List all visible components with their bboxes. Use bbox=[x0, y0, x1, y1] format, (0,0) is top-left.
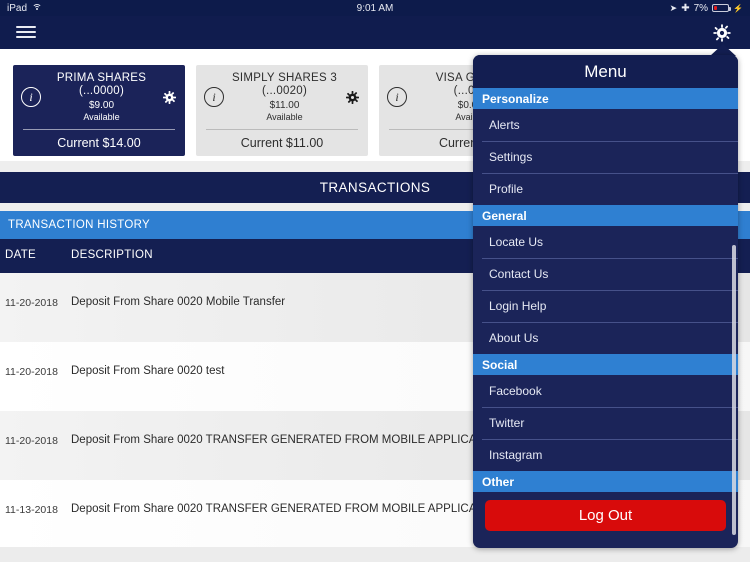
account-card-top: i PRIMA SHARES (...0000) $9.00 Available bbox=[13, 65, 185, 129]
status-bar-right: ➤ ✚ 7% ⚡ bbox=[670, 3, 743, 14]
menu-section-personalize: Personalize bbox=[473, 88, 738, 109]
logout-button[interactable]: Log Out bbox=[485, 500, 726, 531]
charging-plug-icon: ⚡ bbox=[733, 3, 743, 13]
menu-section-general: General bbox=[473, 205, 738, 226]
column-header-date: DATE bbox=[5, 249, 37, 261]
battery-percent-label: 7% bbox=[693, 2, 709, 14]
account-card-top: i SIMPLY SHARES 3 (...0020) $11.00 Avail… bbox=[196, 65, 368, 129]
account-name: SIMPLY SHARES 3 bbox=[232, 71, 337, 84]
menu-item-settings[interactable]: Settings bbox=[473, 141, 738, 173]
transaction-date: 11-20-2018 bbox=[5, 297, 58, 309]
account-available-amount: $9.00 bbox=[88, 99, 115, 111]
account-mask: (...0000) bbox=[78, 85, 125, 98]
location-arrow-icon: ➤ bbox=[669, 2, 678, 13]
account-mask: (...0020) bbox=[261, 85, 308, 98]
transaction-list-footer bbox=[0, 547, 750, 562]
account-current-balance: Current $11.00 bbox=[240, 136, 324, 150]
menu-item-facebook[interactable]: Facebook bbox=[473, 375, 738, 407]
menu-section-social: Social bbox=[473, 354, 738, 375]
settings-menu-popover: Menu Personalize Alerts Settings Profile… bbox=[473, 55, 738, 548]
account-current-balance: Current $14.00 bbox=[57, 136, 141, 150]
menu-item-profile[interactable]: Profile bbox=[473, 173, 738, 205]
transaction-description: Deposit From Share 0020 TRANSFER GENERAT… bbox=[71, 434, 504, 446]
status-bar: iPad 9:01 AM ➤ ✚ 7% ⚡ bbox=[0, 0, 750, 16]
account-available-amount: $11.00 bbox=[269, 99, 300, 111]
account-card-prima-shares[interactable]: i PRIMA SHARES (...0000) $9.00 Available bbox=[13, 65, 185, 156]
account-card-simply-shares-3[interactable]: i SIMPLY SHARES 3 (...0020) $11.00 Avail… bbox=[196, 65, 368, 156]
info-icon[interactable]: i bbox=[204, 87, 224, 107]
transaction-date: 11-13-2018 bbox=[5, 504, 58, 516]
transaction-date: 11-20-2018 bbox=[5, 366, 58, 378]
hamburger-menu-icon[interactable] bbox=[16, 24, 36, 40]
column-header-description: DESCRIPTION bbox=[71, 249, 153, 261]
status-bar-clock: 9:01 AM bbox=[356, 2, 394, 14]
navigation-bar bbox=[0, 16, 750, 49]
menu-item-contact-us[interactable]: Contact Us bbox=[473, 258, 738, 290]
transaction-description: Deposit From Share 0020 Mobile Transfer bbox=[71, 296, 286, 308]
account-card-details: PRIMA SHARES (...0000) $9.00 Available bbox=[41, 72, 162, 123]
menu-item-about-us[interactable]: About Us bbox=[473, 322, 738, 354]
account-available-label: Available bbox=[83, 111, 120, 122]
info-icon[interactable]: i bbox=[387, 87, 407, 107]
menu-title: Menu bbox=[473, 55, 738, 88]
account-card-details: SIMPLY SHARES 3 (...0020) $11.00 Availab… bbox=[224, 72, 345, 123]
bluetooth-icon: ✚ bbox=[681, 2, 690, 14]
transaction-description: Deposit From Share 0020 test bbox=[71, 365, 225, 377]
menu-scrollbar[interactable] bbox=[732, 245, 736, 535]
menu-item-locate-us[interactable]: Locate Us bbox=[473, 226, 738, 258]
battery-icon bbox=[712, 4, 732, 12]
menu-item-login-help[interactable]: Login Help bbox=[473, 290, 738, 322]
logout-container: Log Out bbox=[473, 492, 738, 531]
menu-item-twitter[interactable]: Twitter bbox=[473, 407, 738, 439]
ipad-banking-app: iPad 9:01 AM ➤ ✚ 7% ⚡ i PRIMA SHARES (..… bbox=[0, 0, 750, 562]
menu-section-other: Other bbox=[473, 471, 738, 492]
account-available-label: Available bbox=[266, 111, 303, 122]
account-name: PRIMA SHARES bbox=[56, 71, 147, 84]
transaction-description: Deposit From Share 0020 TRANSFER GENERAT… bbox=[71, 503, 504, 515]
gear-icon[interactable] bbox=[345, 90, 360, 105]
menu-item-instagram[interactable]: Instagram bbox=[473, 439, 738, 471]
info-icon[interactable]: i bbox=[21, 87, 41, 107]
gear-icon[interactable] bbox=[710, 21, 734, 45]
menu-item-alerts[interactable]: Alerts bbox=[473, 109, 738, 141]
gear-icon[interactable] bbox=[162, 90, 177, 105]
transaction-date: 11-20-2018 bbox=[5, 435, 58, 447]
